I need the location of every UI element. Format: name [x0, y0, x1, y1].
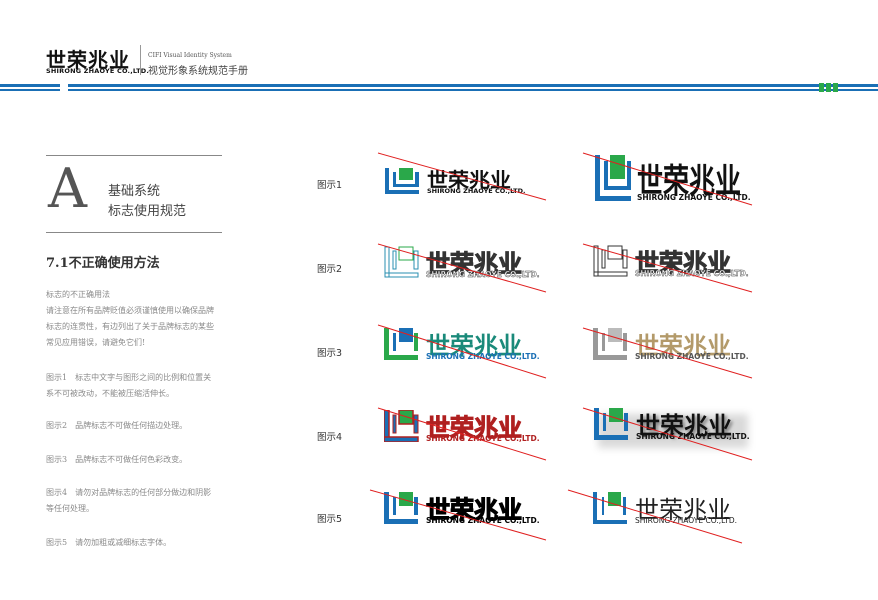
brand-mark-outline-icon: [593, 245, 628, 277]
system-title-chinese: 视觉形象系统规范手册: [148, 66, 248, 77]
section-rule-top: [46, 155, 222, 156]
brand-logo-english: SHIRONG ZHAOYE CO.,LTD.: [46, 67, 150, 75]
brand-mark-icon: [384, 492, 418, 524]
header-green-block: [833, 83, 838, 92]
intro-paragraph: 标志的不正确用法 请注意在所有品牌贬值必须谨慎使用以确保品牌 标志的连贯性，有边…: [46, 290, 214, 347]
section-rule-bottom: [46, 232, 222, 233]
rule-item-4: 图示4 请勿对品牌标志的任何部分做边和阴影 等任何处理。: [46, 488, 212, 513]
brand-mark-icon: [593, 492, 627, 524]
header-band-bottom: [0, 89, 878, 91]
header-green-block: [826, 83, 831, 92]
incorrect-logo-5a: 世荣兆业 SHIRONG ZHAOYE CO.,LTD.: [384, 492, 544, 528]
brand-mark-icon: [594, 408, 628, 440]
incorrect-logo-4b: 世荣兆业 SHIRONG ZHAOYE CO.,LTD.: [594, 408, 754, 448]
rule-item-1: 图示1 标志中文字与图形之间的比例和位置关 系不可被改动，不能被压缩活伸长。: [46, 373, 212, 398]
incorrect-logo-2b: 世荣兆业 SHIRONG ZHAOYE CO.,LTD.: [593, 245, 753, 279]
brand-mark-icon: [595, 155, 631, 201]
section-letter: A: [48, 157, 87, 220]
incorrect-logo-1a: 世荣兆业 SHIRONG ZHAOYE CO.,LTD.: [385, 166, 545, 196]
incorrect-logo-3b: 世荣兆业 SHIRONG ZHAOYE CO.,LTD.: [593, 328, 753, 362]
incorrect-logo-1b: 世荣兆业 SHIRONG ZHAOYE CO.,LTD.: [595, 155, 755, 205]
system-title-english: CIFI Visual Identity System: [148, 52, 232, 59]
section-title: 基础系统: [108, 184, 161, 199]
example-label-4: 图示4: [317, 432, 343, 443]
incorrect-logo-5b: 世荣兆业 SHIRONG ZHAOYE CO.,LTD.: [593, 492, 753, 528]
rule-item-5: 图示5 请勿加粗或减细标志字体。: [46, 538, 172, 547]
example-label-5: 图示5: [317, 514, 343, 525]
incorrect-logo-3a: 世荣兆业 SHIRONG ZHAOYE CO.,LTD.: [384, 328, 544, 362]
header-band-gap: [60, 82, 68, 94]
example-label-3: 图示3: [317, 348, 343, 359]
incorrect-logo-2a: 世荣兆业 SHIRONG ZHAOYE CO.,LTD.: [384, 246, 544, 280]
incorrect-logo-4a: 世荣兆业 SHIRONG ZHAOYE CO.,LTD.: [384, 410, 544, 446]
page-heading: 7.1不正确使用方法: [46, 256, 160, 271]
example-label-1: 图示1: [317, 180, 343, 191]
brand-mark-icon: [384, 328, 418, 360]
section-subtitle: 标志使用规范: [108, 204, 187, 219]
brand-mark-icon: [385, 168, 419, 194]
header-band-top: [0, 84, 878, 87]
brand-mark-red-outline-icon: [384, 410, 419, 442]
rule-item-3: 图示3 品牌标志不可做任何色彩改变。: [46, 455, 188, 464]
example-label-2: 图示2: [317, 264, 343, 275]
header-green-block: [819, 83, 824, 92]
header-divider: [140, 45, 141, 75]
brand-mark-gray-icon: [593, 328, 627, 360]
rule-item-2: 图示2 品牌标志不可做任何描边处理。: [46, 421, 188, 430]
brand-mark-outline-icon: [384, 246, 419, 278]
